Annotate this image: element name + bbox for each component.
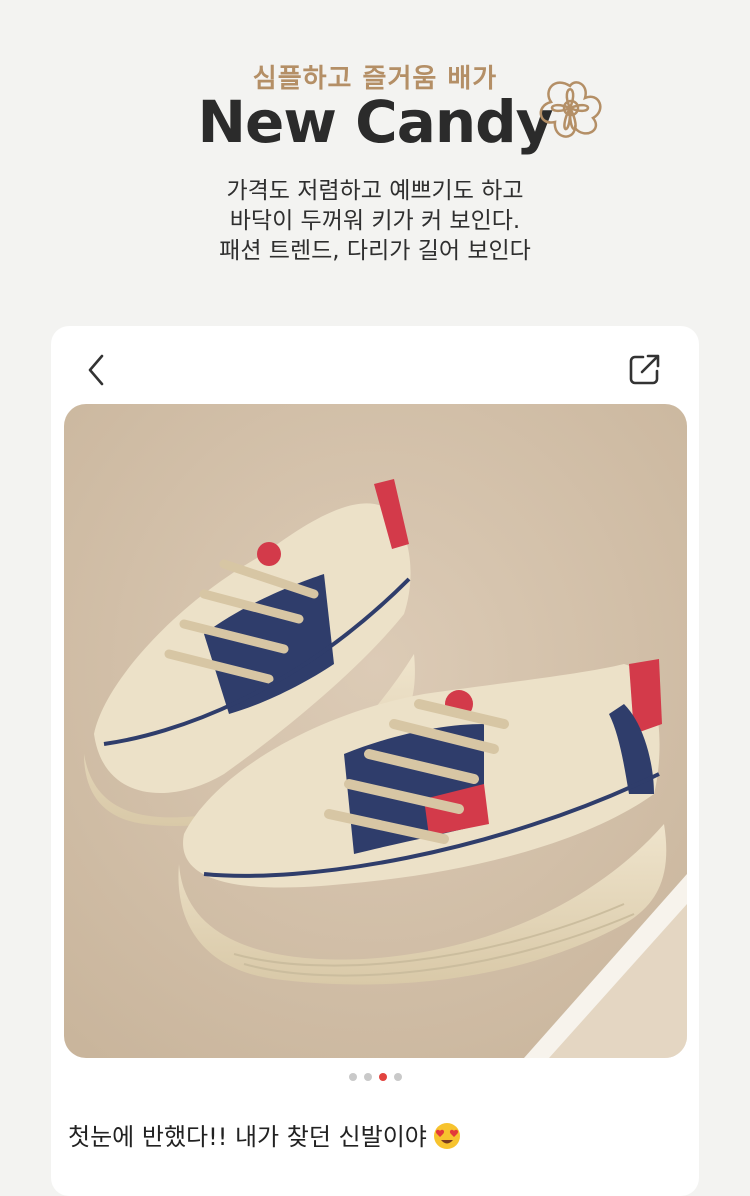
sneakers-image [64, 404, 687, 1058]
caption-text: 첫눈에 반했다!! 내가 찾던 신발이야 [68, 1123, 427, 1151]
post-caption: 첫눈에 반했다!! 내가 찾던 신발이야 [68, 1117, 688, 1152]
carousel-indicator [0, 1073, 750, 1081]
carousel-dot[interactable] [363, 1073, 372, 1081]
carousel-dot[interactable] [348, 1073, 357, 1081]
back-button[interactable] [82, 350, 114, 390]
carousel-dot[interactable] [393, 1073, 402, 1081]
share-icon [629, 354, 660, 385]
description: 가격도 저렴하고 예쁘기도 하고 바닥이 두꺼워 키가 커 보인다. 패션 트렌… [0, 176, 750, 266]
promo-header: 심플하고 즐거움 배가 New Candy 가격도 저렴하고 예쁘기도 하고 바… [0, 0, 750, 320]
product-photo[interactable] [64, 404, 687, 1058]
carousel-dot-active[interactable] [378, 1073, 387, 1081]
description-line: 패션 트렌드, 다리가 길어 보인다 [219, 238, 531, 264]
description-line: 바닥이 두꺼워 키가 커 보인다. [229, 208, 521, 234]
share-button[interactable] [626, 350, 664, 388]
heart-eyes-emoji-icon [433, 1123, 460, 1149]
flower-icon [539, 81, 602, 138]
description-line: 가격도 저렴하고 예쁘기도 하고 [226, 178, 524, 204]
chevron-left-icon [88, 354, 104, 386]
brand-title: New Candy [197, 88, 554, 156]
